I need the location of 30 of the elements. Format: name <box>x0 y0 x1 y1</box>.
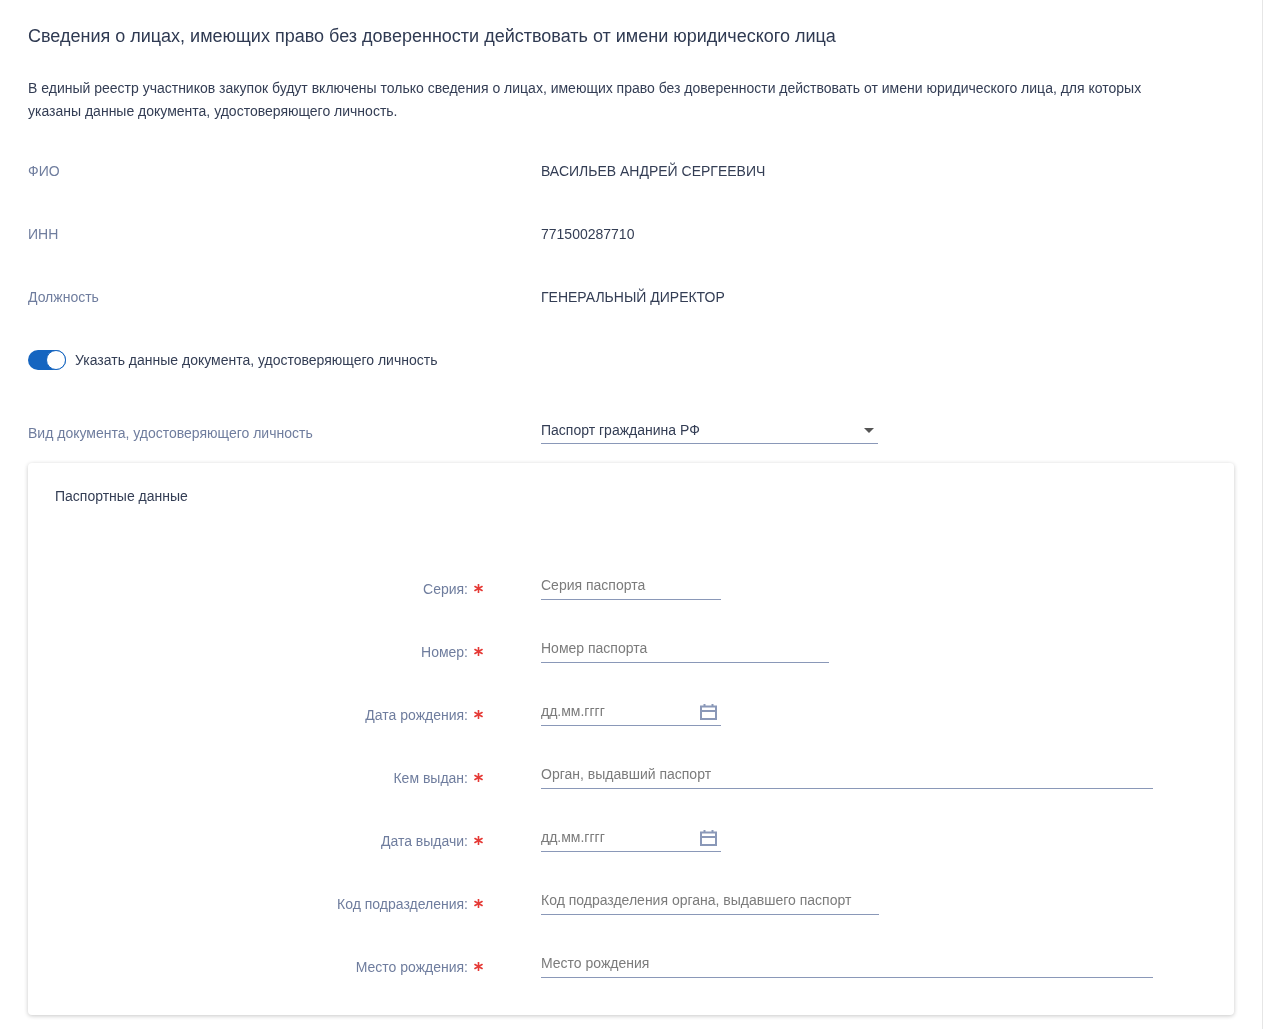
date-field[interactable]: дд.мм.гггг <box>541 697 721 726</box>
input-field[interactable]: Код подразделения органа, выдавшего паспорт <box>541 886 879 915</box>
toggle-switch[interactable] <box>28 349 66 370</box>
field-label: Дата выдачи: <box>380 832 468 849</box>
toggle-label: Указать данные документа, удостоверяющего личность <box>75 351 438 368</box>
input-field[interactable]: Орган, выдавший паспорт <box>541 760 1153 789</box>
document-type-select[interactable]: Паспорт гражданина РФ <box>541 417 878 444</box>
date-field[interactable]: дд.мм.гггг <box>541 823 721 852</box>
input-field[interactable]: Место рождения <box>541 949 1153 978</box>
field-label: Серия: <box>423 580 468 597</box>
calendar-icon[interactable] <box>700 703 717 720</box>
field-value: ВАСИЛЬЕВ АНДРЕЙ СЕРГЕЕВИЧ <box>541 162 766 179</box>
field-label: Код подразделения: <box>337 895 468 912</box>
field-label: Вид документа, удостоверяющего личность <box>28 423 314 441</box>
field-label: Место рождения: <box>355 958 468 975</box>
card-title: Паспортные данные <box>55 488 188 504</box>
section-title: Сведения о лицах, имеющих право без доверенности действовать от имени юридического лица <box>28 25 837 48</box>
input-field[interactable]: Номер паспорта <box>541 634 829 663</box>
field-label: ИНН <box>28 225 60 242</box>
field-label: Кем выдан: <box>393 769 468 786</box>
field-value: ГЕНЕРАЛЬНЫЙ ДИРЕКТОР <box>541 288 725 305</box>
field-value: 771500287710 <box>541 225 635 242</box>
field-label: Дата рождения: <box>365 706 468 723</box>
caret-icon <box>864 427 874 433</box>
field-label: Должность <box>28 288 100 305</box>
field-label: Номер: <box>421 643 468 660</box>
calendar-icon[interactable] <box>700 829 717 846</box>
info-note: В единый реестр участников закупок будут включены только сведения о лицах, имеющих право без доверенности действовать от имени юридического лица, для которых указаны данные документа, удостоверяющего личность. <box>28 79 1143 121</box>
input-field[interactable]: Серия паспорта <box>541 571 721 600</box>
field-label: ФИО <box>28 162 61 179</box>
